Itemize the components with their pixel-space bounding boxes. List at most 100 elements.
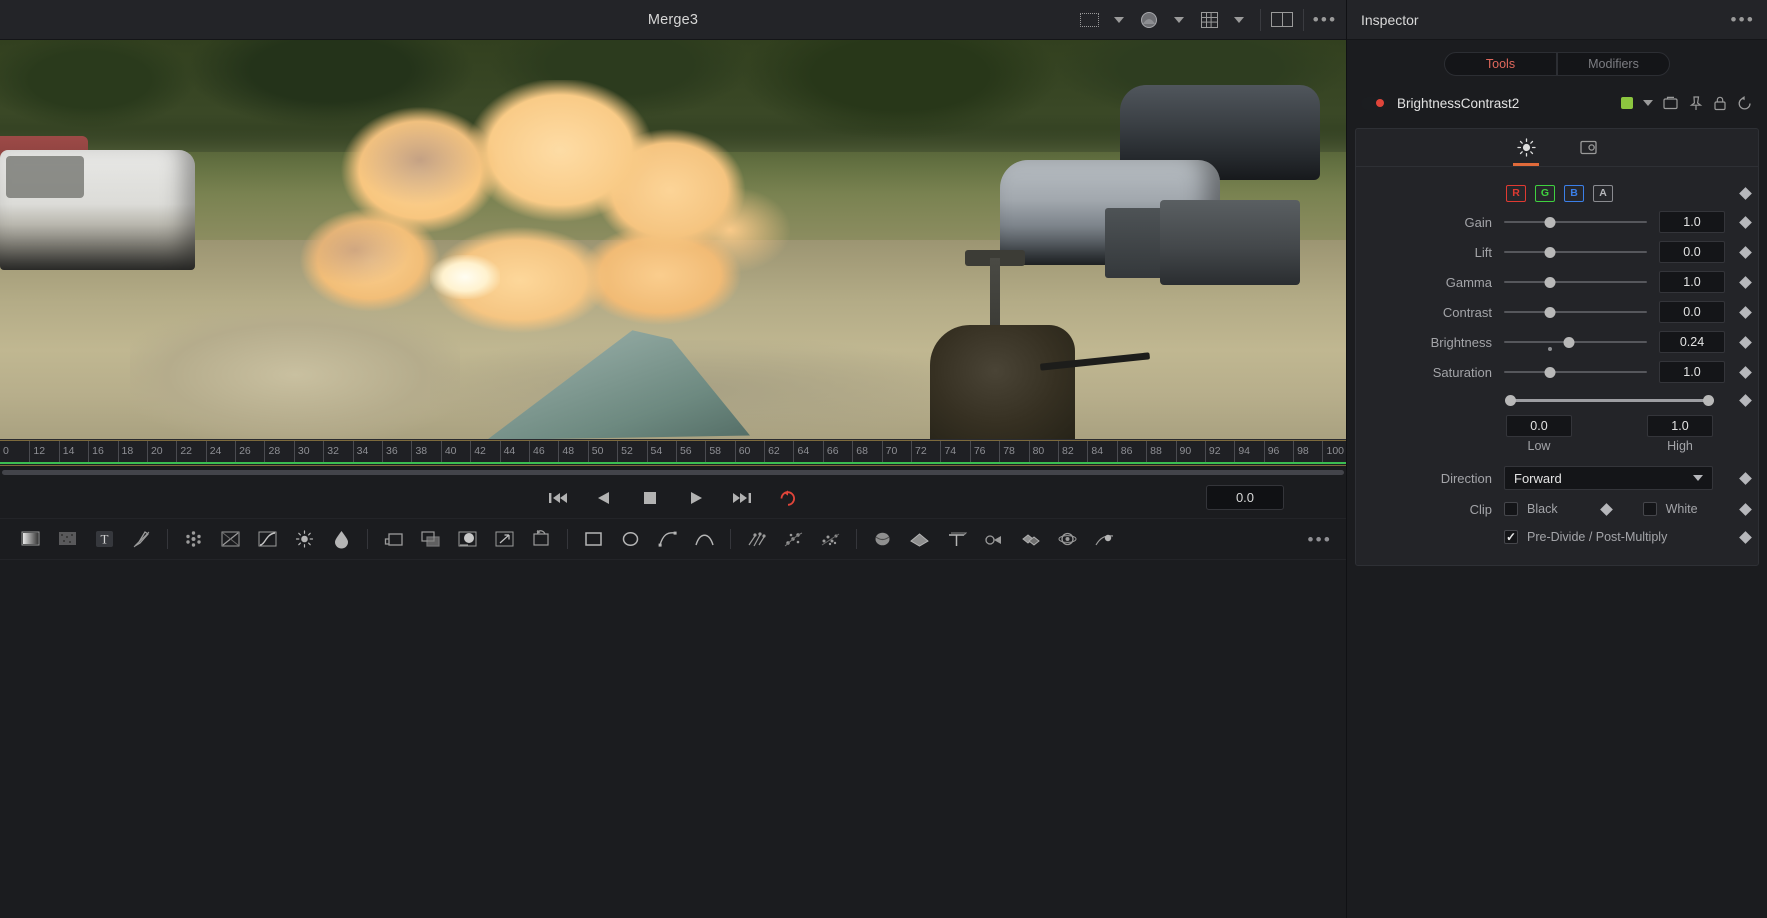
ruler-tick: 98 (1293, 440, 1309, 462)
clip-row: Clip Black White (1356, 495, 1758, 523)
contrast-slider[interactable] (1504, 297, 1647, 327)
polygon-mask-icon[interactable] (649, 524, 686, 554)
keyframe-diamond[interactable] (1739, 502, 1752, 516)
keyframe-diamond[interactable] (1739, 393, 1752, 407)
brightness-value-field[interactable]: 0.24 (1659, 331, 1725, 353)
transport-controls: 0.0 (0, 478, 1346, 518)
lift-value-field[interactable]: 0.0 (1659, 241, 1725, 263)
skip-to-start-button[interactable] (546, 486, 570, 510)
gradient-icon[interactable] (12, 524, 49, 554)
merge-icon[interactable] (412, 524, 449, 554)
pin-icon[interactable] (1689, 95, 1703, 111)
keyframe-diamond[interactable] (1739, 245, 1752, 259)
channel-button-g[interactable]: G (1535, 184, 1555, 202)
bspline-mask-icon[interactable] (686, 524, 723, 554)
current-time-field[interactable]: 0.0 (1206, 485, 1284, 510)
timeline-scrollbar[interactable] (0, 466, 1346, 478)
transform-3d-icon[interactable] (523, 524, 560, 554)
tool-color-chip[interactable] (1621, 97, 1633, 109)
viewer-canvas[interactable] (0, 40, 1346, 440)
predivide-checkbox[interactable]: ✓ (1504, 530, 1518, 544)
range-low-knob[interactable] (1505, 394, 1516, 406)
gamma-value-field[interactable]: 1.0 (1659, 271, 1725, 293)
low-value-field[interactable]: 0.0 (1506, 415, 1572, 437)
ruler-ticks[interactable]: 0 12 14 16 18 20 22 24 26 28 30 32 34 36 38 40 42 44 46 48 5… (0, 440, 1346, 462)
loop-button[interactable] (776, 486, 800, 510)
keyframe-diamond[interactable] (1739, 186, 1752, 200)
slider-knob[interactable] (1544, 276, 1556, 288)
brightness-contrast-tab[interactable] (1509, 130, 1543, 166)
color-corrector-icon[interactable] (212, 524, 249, 554)
rectangle-mask-icon[interactable] (575, 524, 612, 554)
copy-icon[interactable] (1663, 96, 1679, 110)
skip-to-end-button[interactable] (730, 486, 754, 510)
saturation-slider[interactable] (1504, 357, 1647, 387)
brightness-slider[interactable] (1504, 327, 1647, 357)
tab-tools[interactable]: Tools (1444, 52, 1557, 76)
ellipse-mask-icon[interactable] (612, 524, 649, 554)
hue-saturation-icon[interactable] (323, 524, 360, 554)
transform-icon[interactable] (375, 524, 412, 554)
tool-enable-toggle[interactable] (1361, 96, 1387, 110)
tab-modifiers[interactable]: Modifiers (1557, 52, 1670, 76)
matte-control-icon[interactable] (449, 524, 486, 554)
slider-knob[interactable] (1563, 336, 1575, 348)
lock-icon[interactable] (1713, 96, 1727, 111)
color-curves-icon[interactable] (249, 524, 286, 554)
inspector-panel: Inspector ••• Tools Modifiers Brightness… (1346, 0, 1767, 918)
particle-emitter-icon[interactable] (775, 524, 812, 554)
lift-slider[interactable] (1504, 237, 1647, 267)
slider-knob[interactable] (1544, 246, 1556, 258)
gain-value-field[interactable]: 1.0 (1659, 211, 1725, 233)
keyframe-diamond[interactable] (1739, 365, 1752, 379)
slider-knob[interactable] (1544, 306, 1556, 318)
stop-button[interactable] (638, 486, 662, 510)
toolbar-more-options[interactable]: ••• (1308, 530, 1332, 550)
contrast-value-field[interactable]: 0.0 (1659, 301, 1725, 323)
gamma-slider[interactable] (1504, 267, 1647, 297)
saturation-value-field[interactable]: 1.0 (1659, 361, 1725, 383)
keyframe-diamond[interactable] (1739, 530, 1752, 544)
blur-icon[interactable] (175, 524, 212, 554)
keyframe-diamond[interactable] (1739, 471, 1752, 485)
play-reverse-button[interactable] (592, 486, 616, 510)
reset-icon[interactable] (1737, 95, 1753, 111)
channel-button-b[interactable]: B (1564, 184, 1584, 202)
particle-render-icon[interactable] (812, 524, 849, 554)
3d-shape-icon[interactable] (864, 524, 901, 554)
play-button[interactable] (684, 486, 708, 510)
slider-knob[interactable] (1544, 216, 1556, 228)
3d-camera-icon[interactable] (975, 524, 1012, 554)
3d-merge-icon[interactable] (1012, 524, 1049, 554)
range-high-knob[interactable] (1703, 394, 1714, 406)
slider-knob[interactable] (1544, 366, 1556, 378)
chevron-down-icon[interactable] (1643, 100, 1653, 106)
brightness-contrast-icon[interactable] (286, 524, 323, 554)
keyframe-diamond[interactable] (1739, 275, 1752, 289)
keyframe-diamond[interactable] (1739, 305, 1752, 319)
text-icon[interactable]: T (86, 524, 123, 554)
settings-tab[interactable] (1571, 130, 1605, 166)
more-options-icon[interactable]: ••• (1731, 10, 1755, 30)
high-value-field[interactable]: 1.0 (1647, 415, 1713, 437)
keyframe-diamond[interactable] (1739, 335, 1752, 349)
keyframe-diamond[interactable] (1739, 215, 1752, 229)
timeline-ruler[interactable]: 0 12 14 16 18 20 22 24 26 28 30 32 34 36 38 40 42 44 46 48 5… (0, 440, 1346, 466)
split-view-icon[interactable] (1267, 0, 1297, 40)
noise-icon[interactable] (49, 524, 86, 554)
particles-icon[interactable] (738, 524, 775, 554)
channel-button-a[interactable]: A (1593, 184, 1613, 202)
resize-icon[interactable] (486, 524, 523, 554)
keyframe-diamond[interactable] (1599, 502, 1613, 516)
clip-black-checkbox[interactable] (1504, 502, 1518, 516)
clip-white-checkbox[interactable] (1642, 502, 1657, 516)
3d-text-icon[interactable] (938, 524, 975, 554)
3d-renderer-icon[interactable] (1049, 524, 1086, 554)
3d-image-plane-icon[interactable] (901, 524, 938, 554)
channel-button-r[interactable]: R (1506, 184, 1526, 202)
direction-select[interactable]: Forward (1504, 466, 1713, 490)
low-high-range-slider[interactable] (1505, 387, 1714, 413)
3d-light-icon[interactable] (1086, 524, 1123, 554)
gain-slider[interactable] (1504, 207, 1647, 237)
paint-icon[interactable] (123, 524, 160, 554)
